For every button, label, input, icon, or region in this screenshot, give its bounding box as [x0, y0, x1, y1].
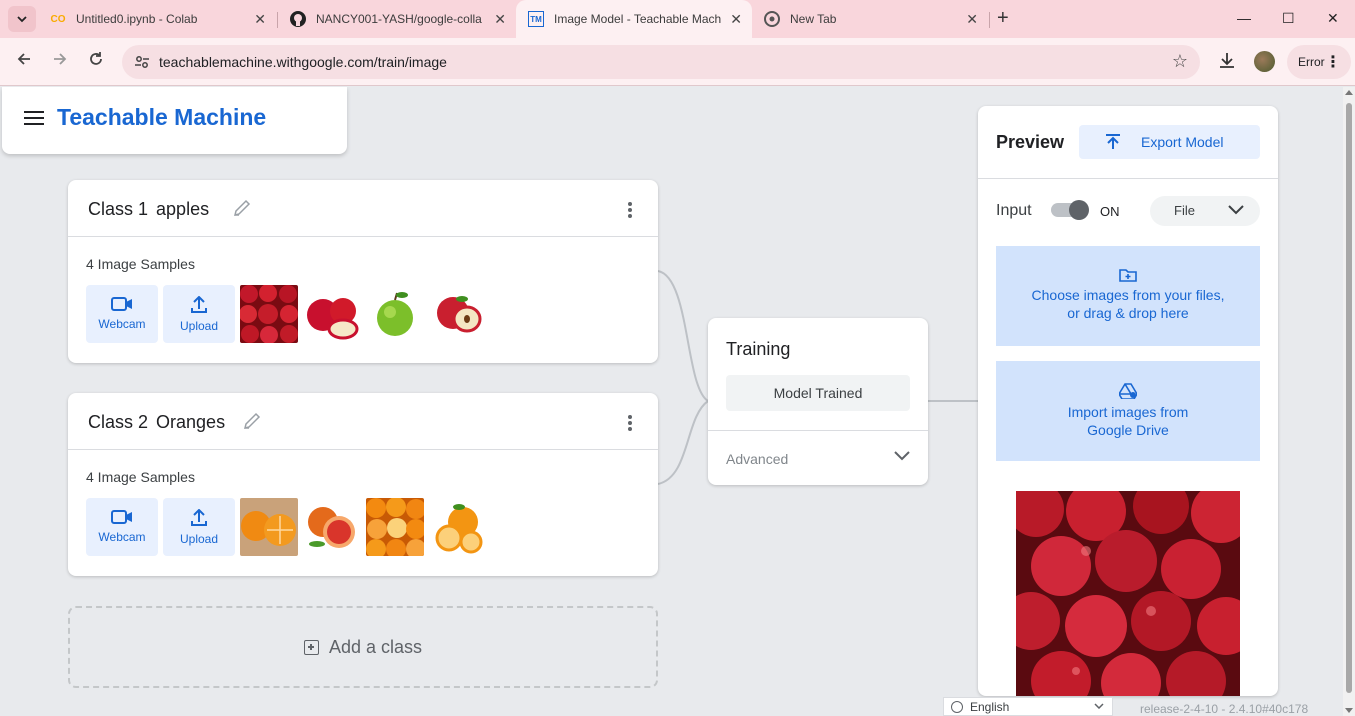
reload-button[interactable] [88, 51, 104, 72]
sample-thumbnail-green-apple[interactable] [366, 285, 424, 343]
upload-icon [191, 296, 207, 313]
release-version: release-2-4-10 - 2.4.10#40c178 [1140, 702, 1309, 716]
class-title[interactable]: Class 1 apples [88, 199, 209, 220]
tab-new-tab[interactable]: New Tab ✕ [752, 0, 988, 38]
class-title[interactable]: Class 2 Oranges [88, 412, 225, 433]
download-button[interactable] [1218, 51, 1236, 74]
maximize-button[interactable]: ☐ [1282, 10, 1295, 27]
profile-avatar[interactable] [1254, 51, 1275, 72]
back-button[interactable] [16, 51, 32, 72]
more-vert-icon: ⋮ [1325, 54, 1341, 71]
tab-github[interactable]: NANCY001-YASH/google-colla ✕ [278, 0, 516, 38]
sample-thumbnail-orange-halves[interactable] [429, 498, 487, 556]
github-icon [290, 11, 306, 27]
sample-thumbnail-orange-pile[interactable] [366, 498, 424, 556]
input-label: Input [996, 202, 1032, 219]
error-menu-button[interactable]: Error ⋮ [1287, 45, 1351, 79]
class-options-icon[interactable] [628, 202, 632, 220]
close-window-button[interactable]: ✕ [1327, 10, 1339, 27]
class-card-apples: Class 1 apples 4 Image Samples Webcam Upl… [68, 180, 658, 363]
choose-files-dropzone[interactable]: Choose images from your files, or drag &… [996, 246, 1260, 346]
sample-count: 4 Image Samples [86, 256, 195, 272]
new-tab-button[interactable]: + [997, 8, 1009, 28]
colab-icon: CO [50, 13, 66, 25]
add-box-icon [303, 639, 319, 655]
url-text: teachablemachine.withgoogle.com/train/im… [159, 54, 447, 70]
training-card: Training Model Trained Advanced [708, 318, 928, 485]
input-toggle[interactable] [1051, 200, 1089, 220]
sample-thumbnail-apple-pile[interactable] [240, 285, 298, 343]
add-class-button[interactable]: Add a class [68, 606, 658, 688]
sample-thumbnail-apple-slice[interactable] [429, 285, 487, 343]
preview-title: Preview [996, 132, 1065, 152]
address-bar: teachablemachine.withgoogle.com/train/im… [0, 38, 1355, 86]
chrome-icon [764, 11, 780, 27]
site-info-icon[interactable] [134, 54, 150, 70]
upload-button[interactable]: Upload [163, 498, 235, 556]
sample-thumbnail-blood-orange[interactable] [303, 498, 361, 556]
bookmark-star-icon[interactable]: ☆ [1172, 51, 1188, 72]
chevron-down-icon [1228, 205, 1244, 215]
upload-button[interactable]: Upload [163, 285, 235, 343]
scrollbar-thumb[interactable] [1346, 103, 1352, 693]
folder-add-icon [1119, 269, 1137, 282]
download-icon [1220, 53, 1234, 68]
input-source-select[interactable]: File [1150, 196, 1260, 226]
chevron-down-icon[interactable] [894, 451, 910, 461]
globe-icon [951, 701, 963, 713]
minimize-button[interactable]: — [1237, 10, 1251, 26]
chevron-down-icon [17, 15, 27, 22]
hamburger-menu-icon[interactable] [24, 111, 44, 125]
toggle-state-label: ON [1100, 204, 1120, 219]
tab-colab[interactable]: CO Untitled0.ipynb - Colab ✕ [38, 0, 276, 38]
sample-count: 4 Image Samples [86, 469, 195, 485]
app-header: Teachable Machine [2, 87, 347, 154]
upload-icon [191, 509, 207, 526]
preview-panel: Preview Export Model Input ON File Choos… [978, 106, 1278, 696]
class-options-icon[interactable] [628, 415, 632, 433]
train-model-button[interactable]: Model Trained [726, 375, 910, 411]
page-scrollbar[interactable] [1343, 87, 1355, 716]
reload-icon [90, 52, 102, 65]
webcam-button[interactable]: Webcam [86, 498, 158, 556]
sample-thumbnail-red-apples[interactable] [303, 285, 361, 343]
preview-image [1016, 491, 1240, 696]
upload-icon [1106, 134, 1120, 149]
class-card-oranges: Class 2 Oranges 4 Image Samples Webcam Up… [68, 393, 658, 576]
edit-pencil-icon[interactable] [232, 198, 252, 218]
sample-thumbnail-tangerines[interactable] [240, 498, 298, 556]
arrow-left-icon [17, 53, 30, 65]
app-title: Teachable Machine [57, 104, 267, 130]
google-drive-import[interactable]: Import images from Google Drive [996, 361, 1260, 461]
advanced-toggle[interactable]: Advanced [726, 451, 788, 467]
videocam-icon [111, 510, 132, 524]
class-header: Class 2 Oranges [68, 393, 658, 450]
arrow-right-icon [54, 53, 67, 65]
language-select[interactable]: English [943, 697, 1113, 716]
tab-teachable-machine[interactable]: TM Image Model - Teachable Mach ✕ [516, 0, 752, 38]
videocam-icon [111, 297, 132, 311]
webcam-button[interactable]: Webcam [86, 285, 158, 343]
edit-pencil-icon[interactable] [242, 411, 262, 431]
app-canvas: Teachable Machine Class 1 apples 4 Image … [0, 87, 1343, 716]
google-drive-icon [1119, 383, 1137, 399]
close-tab-icon[interactable]: ✕ [966, 11, 978, 28]
training-title: Training [726, 339, 791, 359]
tab-bar: CO Untitled0.ipynb - Colab ✕ NANCY001-YA… [0, 0, 1355, 38]
class-header: Class 1 apples [68, 180, 658, 237]
forward-button[interactable] [52, 51, 68, 72]
close-tab-icon[interactable]: ✕ [494, 11, 506, 28]
export-model-button[interactable]: Export Model [1079, 125, 1260, 159]
chevron-down-icon [1094, 703, 1104, 709]
omnibox[interactable]: teachablemachine.withgoogle.com/train/im… [122, 45, 1200, 79]
tab-search-button[interactable] [8, 6, 36, 32]
close-tab-icon[interactable]: ✕ [730, 11, 742, 28]
close-tab-icon[interactable]: ✕ [254, 11, 266, 28]
tm-icon: TM [528, 11, 544, 27]
